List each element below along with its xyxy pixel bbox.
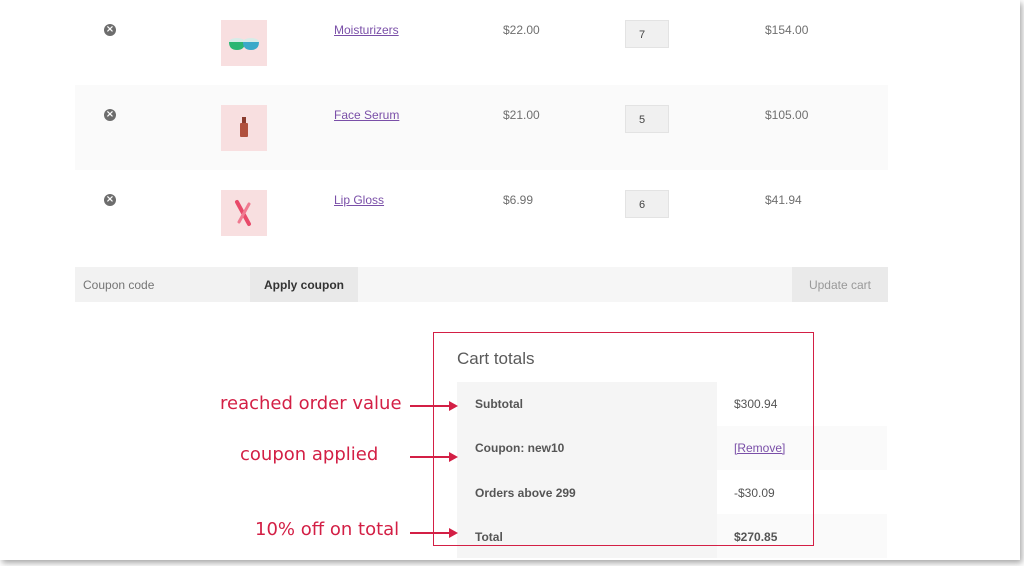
product-price: $22.00	[503, 23, 540, 37]
cart-totals-title: Cart totals	[457, 349, 535, 368]
remove-item-icon[interactable]: ×	[104, 24, 116, 36]
line-total: $41.94	[765, 193, 802, 207]
lip-gloss-icon	[235, 200, 251, 226]
arrow-head-icon	[449, 401, 458, 411]
annotation-coupon-applied: coupon applied	[240, 444, 379, 465]
arrow-line	[410, 456, 450, 458]
remove-item-icon[interactable]: ×	[104, 194, 116, 206]
arrow-line	[410, 532, 450, 534]
arrow-line	[410, 405, 450, 407]
moisturizer-thumbnail[interactable]	[221, 20, 267, 66]
quantity-input[interactable]: 7	[625, 20, 669, 48]
apply-coupon-button[interactable]: Apply coupon	[250, 267, 358, 302]
total-value: $270.85	[734, 530, 778, 544]
subtotal-label: Subtotal	[475, 397, 523, 411]
product-link[interactable]: Moisturizers	[334, 23, 399, 37]
discount-value: -$30.09	[734, 486, 775, 500]
product-price: $6.99	[503, 193, 534, 207]
quantity-input[interactable]: 6	[625, 190, 669, 218]
remove-coupon-link[interactable]: [Remove]	[734, 441, 785, 455]
cart-row-moisturizers: × Moisturizers $22.00 7 $154.00	[75, 0, 888, 85]
discount-label: Orders above 299	[475, 486, 576, 500]
quantity-input[interactable]: 5	[625, 105, 669, 133]
arrow-head-icon	[449, 528, 458, 538]
serum-bottle-icon	[240, 117, 248, 137]
product-link[interactable]: Lip Gloss	[334, 193, 384, 207]
line-total: $105.00	[765, 108, 809, 122]
coupon-code-input[interactable]	[75, 267, 250, 302]
subtotal-value: $300.94	[734, 397, 778, 411]
total-label: Total	[475, 530, 503, 544]
product-link[interactable]: Face Serum	[334, 108, 399, 122]
annotation-ten-percent: 10% off on total	[255, 519, 400, 540]
cart-row-lip-gloss: × Lip Gloss $6.99 6 $41.94	[75, 170, 888, 255]
arrow-head-icon	[449, 452, 458, 462]
moisturizer-jars-icon	[229, 38, 259, 50]
remove-item-icon[interactable]: ×	[104, 109, 116, 121]
line-total: $154.00	[765, 23, 809, 37]
product-price: $21.00	[503, 108, 540, 122]
annotation-order-value: reached order value	[220, 393, 402, 414]
serum-thumbnail[interactable]	[221, 105, 267, 151]
page-frame: × Moisturizers $22.00 7 $154.00 × Face S…	[0, 0, 1020, 560]
cart-row-face-serum: × Face Serum $21.00 5 $105.00	[75, 85, 888, 170]
update-cart-button[interactable]: Update cart	[792, 267, 888, 302]
coupon-label: Coupon: new10	[475, 441, 565, 455]
lip-gloss-thumbnail[interactable]	[221, 190, 267, 236]
